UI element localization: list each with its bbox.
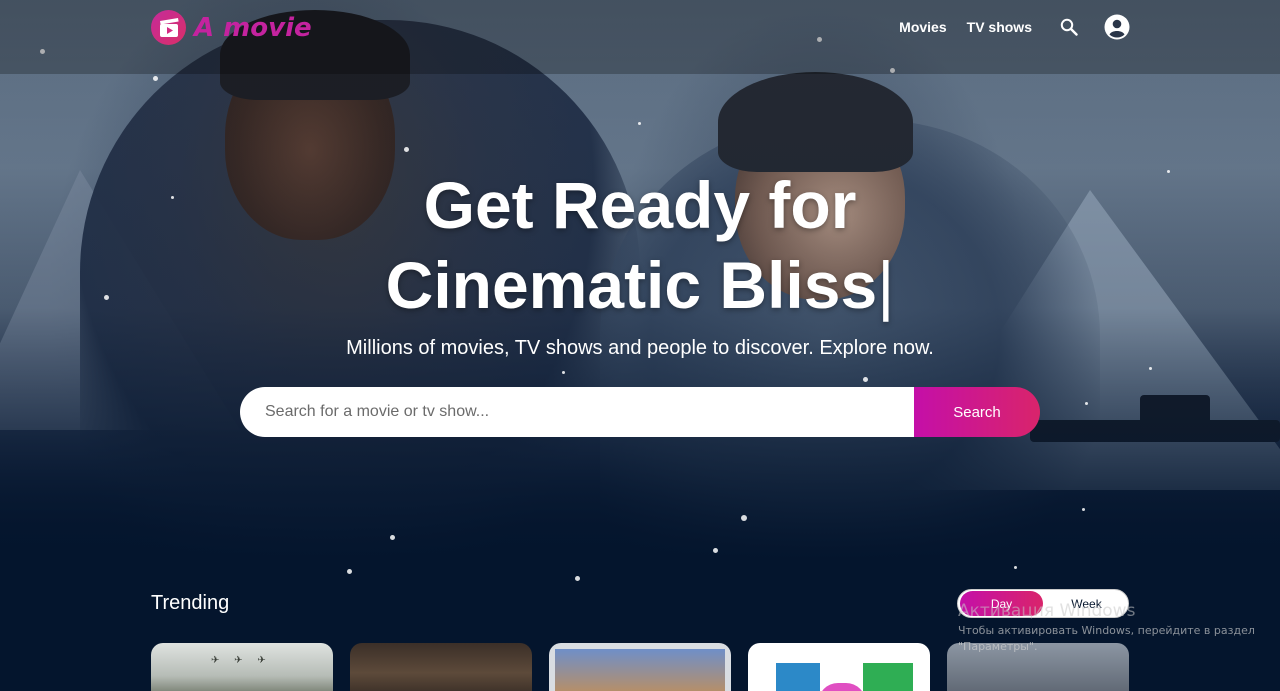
- search-input[interactable]: [240, 387, 914, 437]
- search-icon[interactable]: [1058, 16, 1080, 38]
- movie-card[interactable]: [947, 643, 1129, 691]
- snowflake: [347, 569, 352, 574]
- snowflake: [1082, 508, 1085, 511]
- snowflake: [562, 371, 565, 374]
- movie-card[interactable]: [748, 643, 930, 691]
- hero-title-line-2: Cinematic Bliss|: [0, 245, 1280, 325]
- snowflake: [1085, 402, 1088, 405]
- search-button[interactable]: Search: [914, 387, 1040, 437]
- hero-title-line-2-text: Cinematic Bliss: [385, 248, 878, 322]
- top-header: A movie Movies TV shows: [0, 0, 1280, 74]
- snowflake: [863, 377, 868, 382]
- switch-tab-week[interactable]: Week: [1045, 591, 1128, 616]
- poster-art: [776, 663, 820, 691]
- poster-art: [863, 663, 913, 691]
- typing-cursor: |: [877, 248, 895, 322]
- trending-carousel: ✈ ✈ ✈: [151, 643, 1131, 691]
- day-week-switch: Day Week: [957, 589, 1129, 618]
- nav-tv-shows[interactable]: TV shows: [967, 19, 1032, 35]
- logo-text: A movie: [194, 12, 312, 43]
- switch-tab-day[interactable]: Day: [960, 591, 1043, 616]
- hero-subtitle: Millions of movies, TV shows and people …: [346, 337, 934, 359]
- snowflake: [153, 76, 158, 81]
- snowflake: [390, 535, 395, 540]
- movie-card[interactable]: [350, 643, 532, 691]
- hero-search: Search: [240, 387, 1040, 437]
- film-clapper-icon: [151, 10, 186, 45]
- movie-card[interactable]: ✈ ✈ ✈: [151, 643, 333, 691]
- poster-art: ✈ ✈ ✈: [211, 655, 272, 666]
- trending-title: Trending: [151, 592, 230, 614]
- hero-title: Get Ready for Cinematic Bliss|: [0, 165, 1280, 325]
- snowflake: [638, 122, 641, 125]
- poster-art: [555, 649, 725, 691]
- snowflake: [1014, 566, 1017, 569]
- main-nav: Movies TV shows: [899, 12, 1130, 42]
- snowflake: [741, 515, 747, 521]
- snowflake: [404, 147, 409, 152]
- logo[interactable]: A movie: [151, 10, 312, 45]
- snowflake: [1149, 367, 1152, 370]
- user-circle-icon[interactable]: [1104, 14, 1130, 40]
- hero-title-line-1: Get Ready for: [423, 168, 857, 242]
- snowflake: [575, 576, 580, 581]
- movie-card[interactable]: [549, 643, 731, 691]
- poster-art: [818, 683, 866, 691]
- nav-movies[interactable]: Movies: [899, 19, 946, 35]
- snowflake: [713, 548, 718, 553]
